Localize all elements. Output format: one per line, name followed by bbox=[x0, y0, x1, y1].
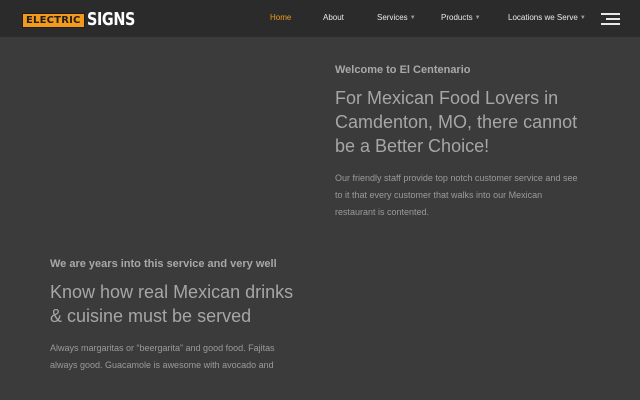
service-section: We are years into this service and very … bbox=[50, 258, 300, 374]
hamburger-line bbox=[601, 23, 620, 25]
service-headline: Know how real Mexican drinks & cuisine m… bbox=[50, 282, 294, 326]
page: ELECTRIC SIGNS Home About Services ▼ Prod… bbox=[0, 0, 640, 400]
main-nav: Home About Services ▼ Products ▼ Locations… bbox=[0, 0, 640, 37]
chevron-down-icon: ▼ bbox=[409, 15, 416, 21]
nav-item-locations[interactable]: Locations we Serve ▼ bbox=[508, 13, 586, 22]
service-body: Always margaritas or “beergarita” and go… bbox=[50, 343, 275, 370]
welcome-kicker: Welcome to El Centenario bbox=[335, 64, 471, 76]
chevron-down-icon: ▼ bbox=[474, 15, 481, 21]
nav-item-about[interactable]: About bbox=[323, 13, 344, 22]
hamburger-icon[interactable] bbox=[601, 12, 620, 25]
welcome-body: Our friendly staff provide top notch cus… bbox=[335, 173, 578, 217]
nav-item-services[interactable]: Services ▼ bbox=[377, 13, 416, 22]
nav-item-home[interactable]: Home bbox=[270, 13, 291, 22]
hamburger-line bbox=[601, 13, 620, 15]
nav-item-products[interactable]: Products ▼ bbox=[441, 13, 481, 22]
nav-item-label: Services bbox=[377, 13, 408, 22]
nav-item-label: Home bbox=[270, 13, 292, 22]
site-header: ELECTRIC SIGNS Home About Services ▼ Prod… bbox=[0, 0, 640, 37]
service-kicker: We are years into this service and very … bbox=[50, 258, 277, 270]
chevron-down-icon: ▼ bbox=[579, 15, 586, 21]
nav-item-label: About bbox=[323, 13, 344, 22]
welcome-section: Welcome to El Centenario For Mexican Foo… bbox=[335, 64, 585, 221]
hamburger-line bbox=[606, 18, 620, 20]
nav-item-label: Products bbox=[441, 13, 473, 22]
nav-item-label: Locations we Serve bbox=[508, 13, 578, 22]
welcome-headline: For Mexican Food Lovers in Camdenton, MO… bbox=[335, 88, 578, 156]
